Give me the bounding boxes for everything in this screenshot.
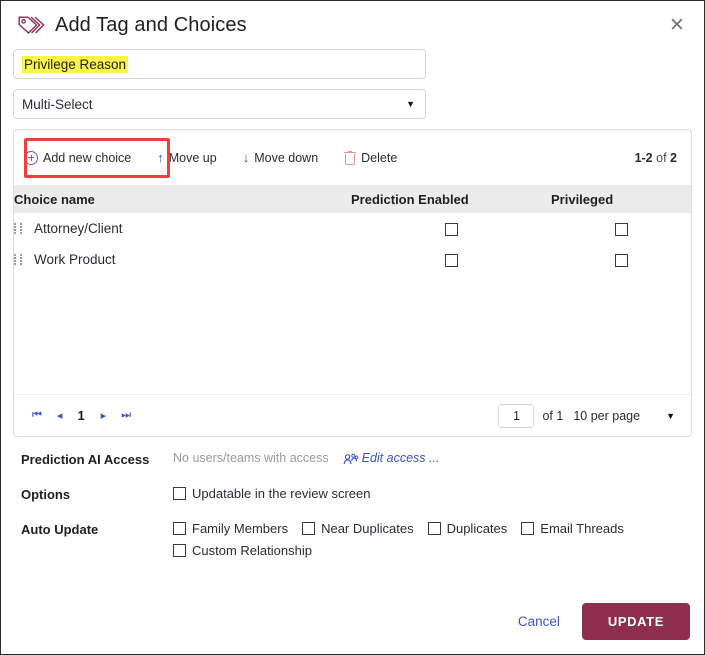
- tag-type-value: Multi-Select: [22, 96, 93, 112]
- auto-update-email-threads[interactable]: Email Threads: [521, 521, 624, 536]
- tag-name-value: Privilege Reason: [22, 55, 129, 73]
- table-row[interactable]: Attorney/Client: [14, 213, 691, 244]
- chevron-down-icon: ▼: [406, 99, 415, 109]
- auto-update-label: Auto Update: [21, 522, 99, 537]
- custom-relationship-checkbox[interactable]: [173, 544, 186, 557]
- email-threads-checkbox[interactable]: [521, 522, 535, 535]
- record-counter: 1-2 of 2: [635, 151, 677, 165]
- edit-access-link[interactable]: Edit access ...: [362, 451, 440, 465]
- choices-toolbar: Add new choice ↑ Move up ↓ Move down Del…: [14, 130, 691, 185]
- page-size-controls: 1 of 1 10 per page ▼: [498, 403, 675, 428]
- auto-update-custom-relationship[interactable]: Custom Relationship: [173, 543, 312, 558]
- choice-name-value: Attorney/Client: [34, 221, 123, 236]
- page-number-1[interactable]: 1: [77, 408, 84, 423]
- dialog-footer: Cancel UPDATE: [518, 603, 690, 640]
- add-new-choice-label: Add new choice: [43, 150, 132, 165]
- prediction-enabled-checkbox[interactable]: [444, 222, 458, 236]
- update-button[interactable]: UPDATE: [581, 603, 690, 640]
- counter-total: 2: [670, 150, 677, 165]
- option-label: Family Members: [192, 521, 289, 536]
- page-title: Add Tag and Choices: [55, 13, 247, 36]
- choices-panel: Add new choice ↑ Move up ↓ Move down Del…: [13, 129, 692, 437]
- privileged-checkbox[interactable]: [614, 253, 628, 267]
- table-row[interactable]: Work Product: [14, 244, 691, 275]
- settings-form: Prediction AI Access No users/teams with…: [1, 437, 704, 558]
- first-page-icon[interactable]: ⏮: [32, 409, 42, 422]
- privileged-checkbox[interactable]: [614, 222, 628, 236]
- prediction-ai-access-label: Prediction AI Access: [21, 452, 150, 467]
- dialog-header: Add Tag and Choices ✕: [1, 1, 704, 45]
- auto-update-near-duplicates[interactable]: Near Duplicates: [302, 521, 414, 536]
- page-count-label: of 1: [542, 408, 564, 423]
- arrow-down-icon: ↓: [242, 150, 250, 165]
- choice-name-value: Work Product: [34, 252, 116, 267]
- prev-page-icon[interactable]: ◂: [57, 409, 62, 422]
- move-down-label: Move down: [254, 150, 319, 165]
- add-new-choice-button[interactable]: Add new choice: [24, 150, 132, 165]
- people-group-icon: [343, 452, 359, 465]
- tag-icon: [17, 12, 47, 38]
- options-label: Options: [21, 487, 71, 502]
- move-down-button[interactable]: ↓ Move down: [243, 150, 318, 165]
- option-label: Duplicates: [446, 521, 508, 536]
- options-row: Options Updatable in the review screen: [13, 486, 692, 502]
- tag-type-select[interactable]: Multi-Select ▼: [13, 89, 426, 119]
- prediction-enabled-checkbox[interactable]: [444, 253, 458, 267]
- drag-handle-icon[interactable]: [14, 222, 23, 235]
- column-header-prediction-enabled: Prediction Enabled: [351, 185, 551, 213]
- tag-name-input[interactable]: Privilege Reason: [13, 49, 426, 79]
- column-header-privileged: Privileged: [551, 185, 691, 213]
- option-label: Email Threads: [540, 521, 624, 536]
- counter-of: of: [656, 150, 667, 165]
- last-page-icon[interactable]: ⏭: [121, 409, 131, 422]
- drag-handle-icon[interactable]: [14, 253, 23, 266]
- move-up-button[interactable]: ↑ Move up: [157, 150, 216, 165]
- updatable-review-screen-checkbox[interactable]: [173, 487, 186, 500]
- add-tag-dialog: Add Tag and Choices ✕ Privilege Reason M…: [0, 0, 705, 655]
- prediction-ai-access-value: No users/teams with access: [173, 451, 329, 465]
- auto-update-duplicates[interactable]: Duplicates: [427, 521, 508, 536]
- close-icon[interactable]: ✕: [664, 12, 690, 38]
- plus-circle-icon: [24, 150, 38, 165]
- auto-update-row: Auto Update Family Members Near Duplicat…: [13, 521, 692, 558]
- page-size-label[interactable]: 10 per page: [573, 409, 640, 423]
- arrow-up-icon: ↑: [157, 150, 164, 165]
- tag-fields: Privilege Reason Multi-Select ▼: [1, 45, 704, 119]
- page-number-input[interactable]: 1: [498, 403, 535, 428]
- chevron-down-icon[interactable]: ▼: [666, 411, 675, 421]
- near-duplicates-checkbox[interactable]: [302, 522, 316, 535]
- option-label: Near Duplicates: [321, 521, 414, 536]
- trash-icon: [344, 150, 357, 165]
- counter-range: 1-2: [634, 150, 653, 165]
- table-header-row: Choice name Prediction Enabled Privilege…: [14, 185, 691, 213]
- column-header-choice-name: Choice name: [14, 185, 351, 213]
- cancel-button[interactable]: Cancel: [518, 614, 560, 629]
- choices-grid: Choice name Prediction Enabled Privilege…: [14, 185, 691, 394]
- auto-update-family-members[interactable]: Family Members: [173, 521, 288, 536]
- move-up-label: Move up: [168, 150, 217, 165]
- delete-button[interactable]: Delete: [344, 150, 398, 165]
- option-label: Custom Relationship: [192, 543, 312, 558]
- pagination-bar: ⏮ ◂ 1 ▸ ⏭ 1 of 1 10 per page ▼: [14, 394, 691, 436]
- family-members-checkbox[interactable]: [173, 522, 186, 535]
- option-updatable-review-screen[interactable]: Updatable in the review screen: [173, 486, 371, 501]
- prediction-ai-access-row: Prediction AI Access No users/teams with…: [13, 451, 692, 467]
- next-page-icon[interactable]: ▸: [101, 409, 106, 422]
- delete-label: Delete: [361, 150, 398, 165]
- duplicates-checkbox[interactable]: [427, 522, 441, 535]
- option-label: Updatable in the review screen: [192, 486, 371, 501]
